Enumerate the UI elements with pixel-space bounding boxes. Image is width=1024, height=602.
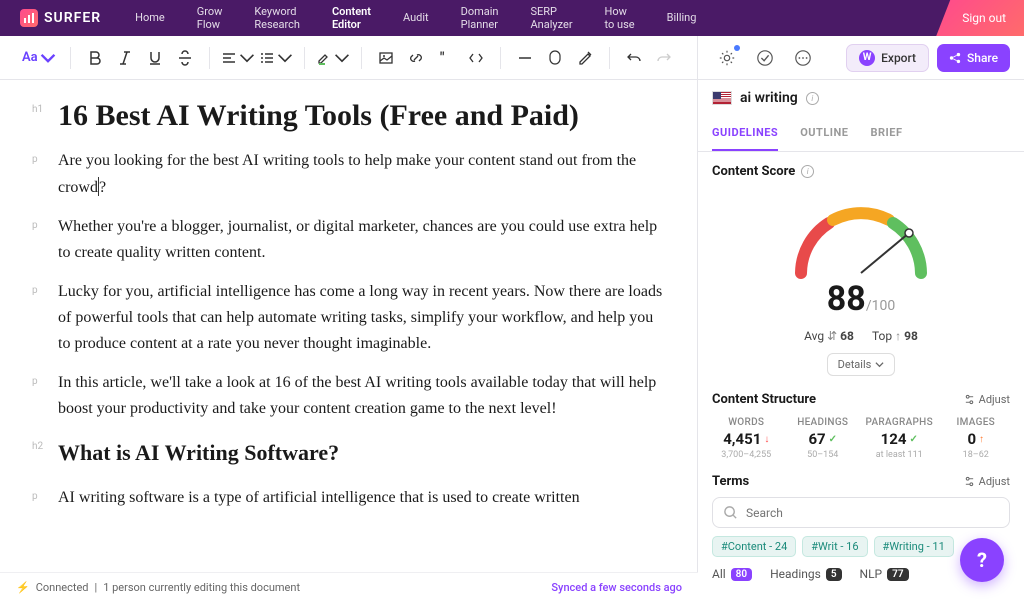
editor-block[interactable]: Are you looking for the best AI writing … (58, 148, 665, 200)
terms-label: Terms (712, 474, 749, 489)
editor-block[interactable]: AI writing software is a type of artific… (58, 485, 580, 511)
score-gauge (781, 193, 941, 283)
content-structure-label: Content Structure (712, 392, 816, 407)
sidebar-tabs: GUIDELINES OUTLINE BRIEF (698, 116, 1024, 152)
struct-images: IMAGES0 ↑18–62 (942, 417, 1011, 460)
term-tab-all[interactable]: All80 (712, 567, 752, 581)
editor-block[interactable]: In this article, we'll take a look at 16… (58, 370, 665, 421)
nav-home[interactable]: Home (121, 5, 179, 31)
gutter-tag: h1 (32, 98, 46, 134)
highlight-dropdown[interactable] (315, 44, 351, 72)
check-icon[interactable] (750, 43, 780, 73)
help-fab[interactable]: ? (960, 538, 1004, 582)
nav-how-to-use[interactable]: Howto use (591, 5, 649, 31)
more-icon[interactable] (788, 43, 818, 73)
editor-body[interactable]: h1 16 Best AI Writing Tools (Free and Pai… (0, 80, 697, 602)
term-chip[interactable]: #Content - 24 (712, 536, 796, 557)
info-icon[interactable]: i (806, 92, 819, 105)
settings-icon[interactable] (712, 43, 742, 73)
struct-headings: HEADINGS67 ✓50–154 (789, 417, 858, 460)
wordpress-icon: W (859, 50, 875, 66)
struct-paragraphs: PARAGRAPHS124 ✓at least 111 (865, 417, 934, 460)
nav-domain-planner[interactable]: DomainPlanner (447, 5, 513, 31)
gutter-tag: p (32, 279, 46, 356)
nav-serp-analyzer[interactable]: SERPAnalyzer (517, 5, 587, 31)
list-dropdown[interactable] (258, 44, 294, 72)
emoji-button[interactable] (541, 44, 569, 72)
gutter-tag: p (32, 370, 46, 421)
editor-block[interactable]: Lucky for you, artificial intelligence h… (58, 279, 665, 356)
top-nav: HomeGrowFlowKeywordResearchContentEditor… (121, 5, 1004, 31)
sync-status: Synced a few seconds ago (551, 581, 682, 594)
gutter-tag: p (32, 214, 46, 265)
nav-grow-flow[interactable]: GrowFlow (183, 5, 237, 31)
term-chip[interactable]: #Writ - 16 (802, 536, 867, 557)
brand-text: SURFER (44, 10, 101, 26)
editing-status: 1 person currently editing this document (103, 581, 300, 594)
align-dropdown[interactable] (220, 44, 256, 72)
term-tab-headings[interactable]: Headings5 (770, 567, 841, 581)
nav-audit[interactable]: Audit (389, 5, 443, 31)
nav-content-editor[interactable]: ContentEditor (318, 5, 385, 31)
score-max: /100 (866, 298, 895, 314)
horizontal-rule-button[interactable] (511, 44, 539, 72)
sign-out-button[interactable]: Sign out (936, 0, 1024, 36)
nav-billing[interactable]: Billing (653, 5, 711, 31)
logo[interactable]: SURFER (20, 9, 101, 27)
tab-brief[interactable]: BRIEF (870, 116, 902, 151)
info-icon[interactable]: i (801, 165, 814, 178)
strikethrough-button[interactable] (171, 44, 199, 72)
clear-formatting-button[interactable] (571, 44, 599, 72)
struct-words: WORDS4,451 ↓3,700–4,255 (712, 417, 781, 460)
details-button[interactable]: Details (827, 353, 896, 376)
gutter-tag: h2 (32, 435, 46, 470)
adjust-terms-button[interactable]: Adjust (964, 475, 1010, 488)
export-button[interactable]: WExport (846, 44, 929, 72)
bolt-icon: ⚡ (16, 581, 30, 594)
italic-button[interactable] (111, 44, 139, 72)
terms-search-input[interactable] (746, 506, 999, 520)
underline-button[interactable] (141, 44, 169, 72)
svg-text:": " (440, 50, 445, 66)
score-value: 88 (827, 279, 866, 319)
redo-button[interactable] (650, 44, 678, 72)
link-button[interactable] (402, 44, 430, 72)
editor-block[interactable]: 16 Best AI Writing Tools (Free and Paid) (58, 98, 579, 134)
connected-status: Connected (36, 581, 89, 594)
code-button[interactable] (462, 44, 490, 72)
text-style-dropdown[interactable]: Aa (18, 44, 60, 72)
tab-outline[interactable]: OUTLINE (800, 116, 848, 151)
editor-block[interactable]: Whether you're a blogger, journalist, or… (58, 214, 665, 265)
target-keyword: ai writing (740, 90, 798, 106)
nav-keyword-research[interactable]: KeywordResearch (240, 5, 314, 31)
term-tab-nlp[interactable]: NLP77 (860, 567, 909, 581)
adjust-structure-button[interactable]: Adjust (964, 393, 1010, 406)
image-button[interactable] (372, 44, 400, 72)
share-button[interactable]: Share (937, 44, 1010, 72)
gutter-tag: p (32, 148, 46, 200)
bold-button[interactable] (81, 44, 109, 72)
quote-button[interactable]: " (432, 44, 460, 72)
undo-button[interactable] (620, 44, 648, 72)
content-score-label: Content Score (712, 164, 795, 179)
tab-guidelines[interactable]: GUIDELINES (712, 116, 778, 151)
term-chip[interactable]: #Writing - 11 (874, 536, 954, 557)
terms-search[interactable] (712, 497, 1010, 528)
flag-icon (712, 91, 732, 105)
editor-toolbar: Aa " (0, 36, 697, 80)
gutter-tag: p (32, 485, 46, 511)
logo-icon (20, 9, 38, 27)
editor-block[interactable]: What is AI Writing Software? (58, 435, 339, 470)
